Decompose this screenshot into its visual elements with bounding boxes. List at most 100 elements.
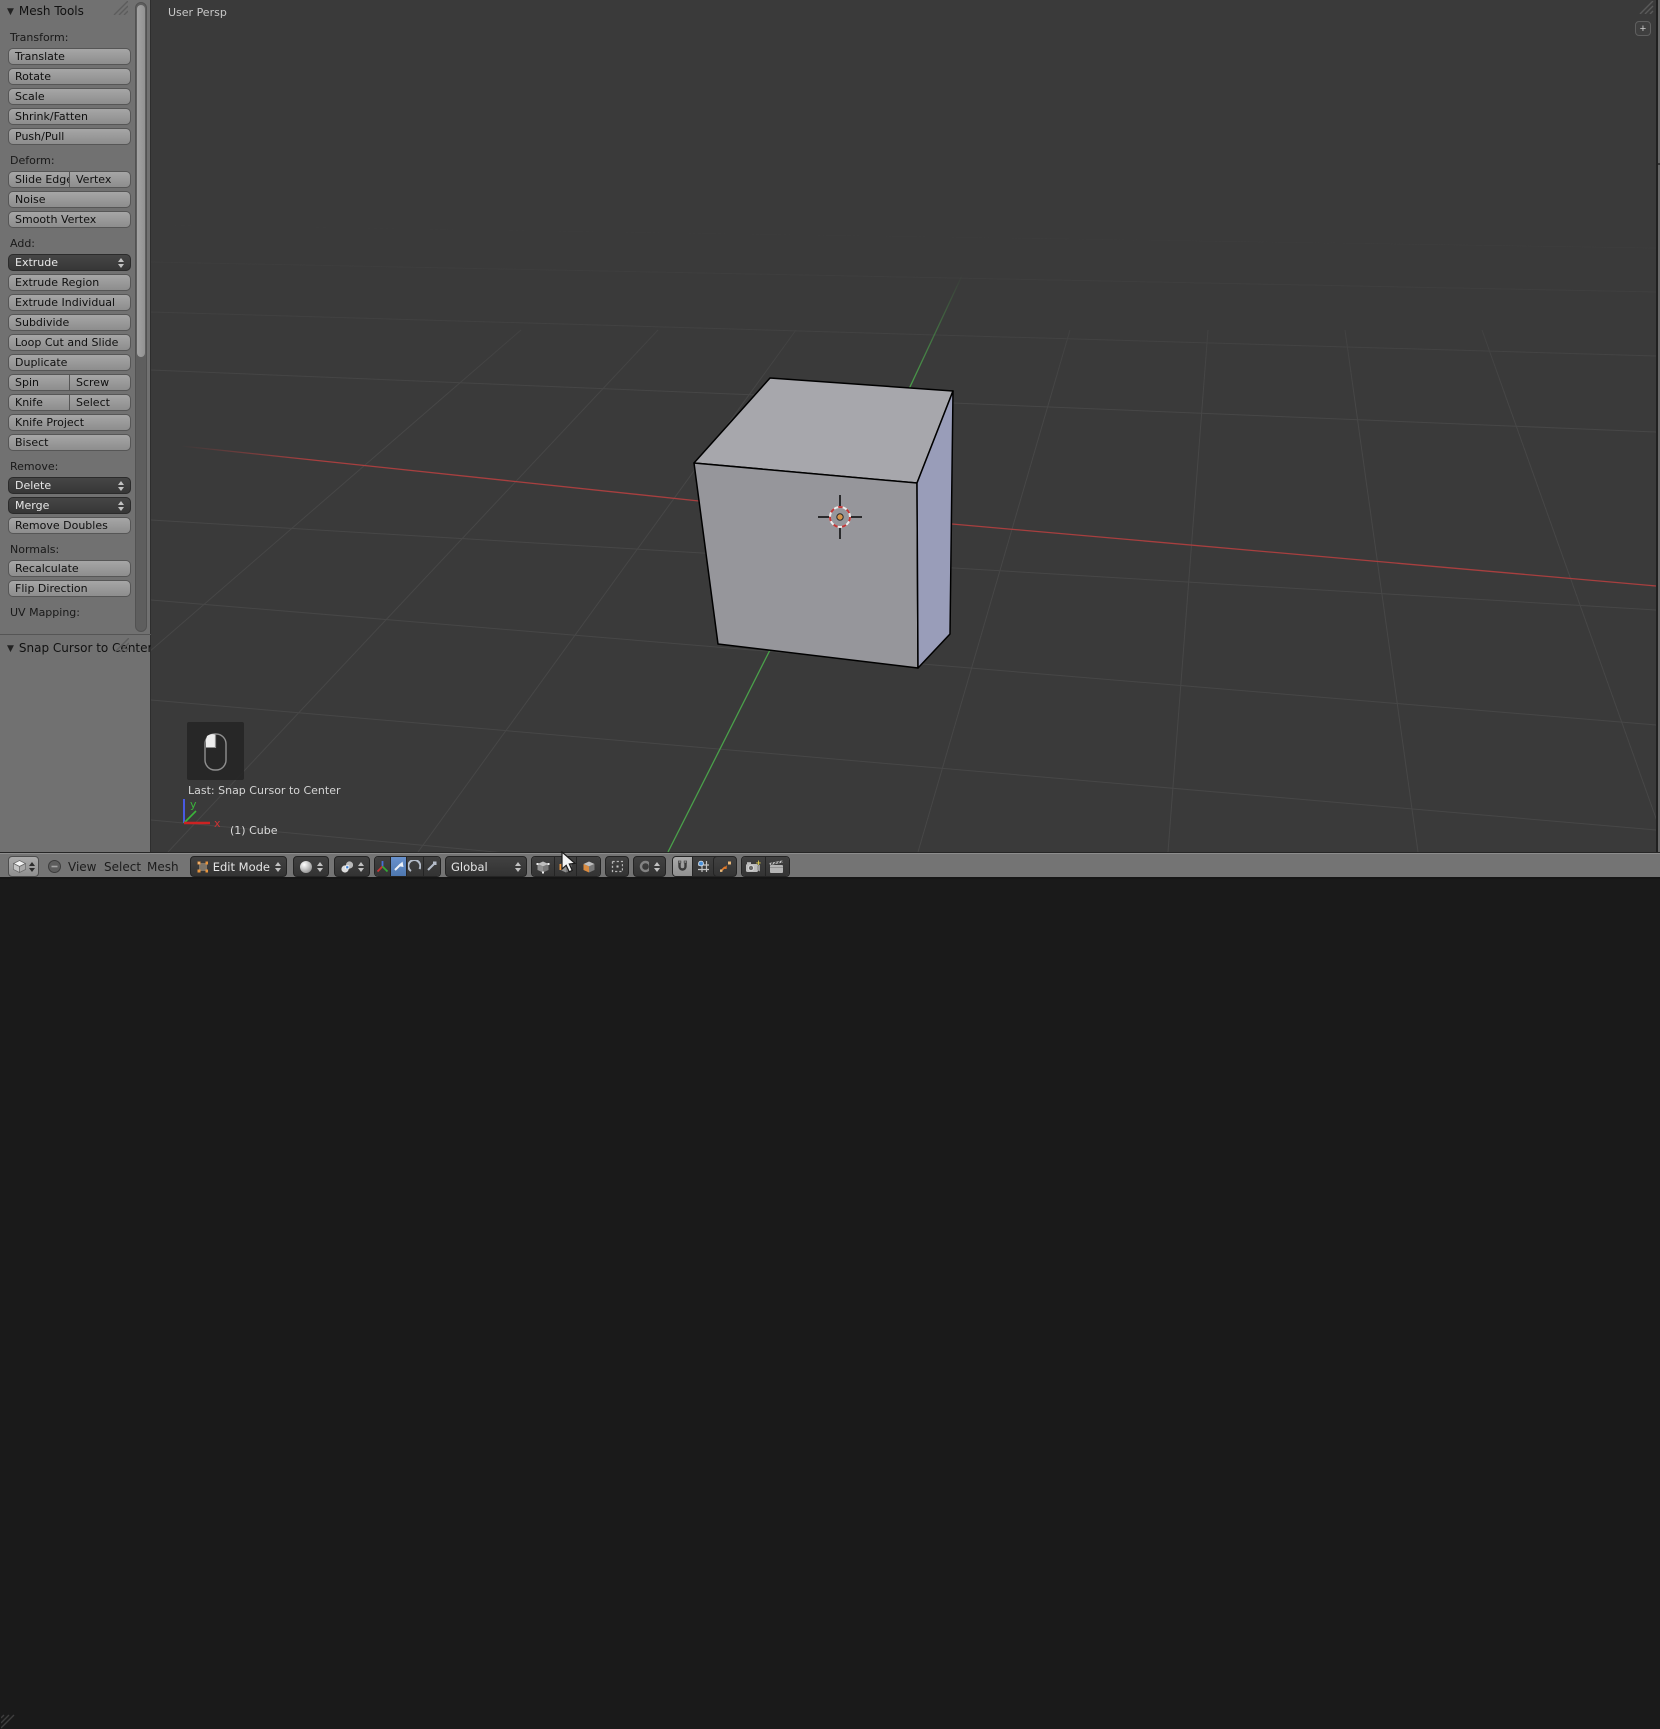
manipulator-toggle-button[interactable] [375,857,391,876]
tool-button[interactable]: Scale [8,88,131,105]
collapse-menus-button[interactable] [47,856,62,877]
tool-button[interactable]: Select [69,394,131,411]
shelf-section-label: Deform: [10,154,55,167]
snap-toggle-button[interactable] [673,857,694,876]
tool-button[interactable]: Shrink/Fatten [8,108,131,125]
translate-arrow-icon [394,861,404,871]
tool-button[interactable]: Knife [8,394,69,411]
shelf-button-row: Noise [8,191,131,208]
tool-button[interactable]: Remove Doubles [8,517,131,534]
panel-drag-widget-icon[interactable] [108,1,128,15]
median-point-icon [341,860,353,873]
magnet-icon [678,860,688,871]
tool-button[interactable]: Screw [69,374,131,391]
y-axis-line-bottom [667,649,771,852]
panel-title: Snap Cursor to Center [18,641,153,655]
updown-arrows-icon [118,257,124,268]
updown-arrows-icon [358,861,364,872]
x-axis-line-left [180,445,700,502]
axis-manipulator-icon [376,861,388,873]
shelf-button-row: Extrude Region [8,274,131,291]
panel-collapse-icon[interactable]: ▼ [7,644,14,654]
tool-shelf: ▼ Mesh Tools Transform: Translate Rotate Sca… [0,0,153,852]
mouse-icon [204,733,227,771]
tool-button[interactable]: Duplicate [8,354,131,371]
snap-increment-icon [698,860,710,872]
tool-button[interactable]: Extrude Region [8,274,131,291]
tool-button[interactable]: Bisect [8,434,131,451]
tool-menu-button[interactable]: Delete [8,477,131,494]
manipulator-translate-button[interactable] [390,857,408,876]
object-info-label: (1) Cube [230,824,278,837]
menu-select[interactable]: Select [104,856,141,877]
tool-button[interactable]: Knife Project [8,414,131,431]
tool-button[interactable]: Slide Edge [8,171,69,188]
shelf-button-row: Loop Cut and Slide [8,334,131,351]
tool-button[interactable]: Flip Direction [8,580,131,597]
shelf-button-row: Knife Select [8,394,131,411]
manipulator-rotate-button[interactable] [407,857,424,876]
limit-selection-icon [611,860,623,873]
select-mode-face-button[interactable] [577,857,600,876]
opengl-render-button[interactable]: + [742,857,766,876]
tool-button[interactable]: Subdivide [8,314,131,331]
updown-arrows-icon [118,500,124,511]
cube-mesh[interactable] [693,377,954,669]
tool-button[interactable]: Extrude Individual [8,294,131,311]
manipulator-scale-button[interactable] [423,857,440,876]
tool-button-label: Rotate [15,70,52,83]
occlude-geometry-button[interactable] [605,856,629,877]
clapperboard-icon [769,860,784,873]
tool-button[interactable]: Smooth Vertex [8,211,131,228]
proportional-editing-dropdown[interactable] [633,856,666,877]
tool-button[interactable]: Recalculate [8,560,131,577]
shelf-button-row: Push/Pull [8,128,131,145]
shelf-button-row: Flip Direction [8,580,131,597]
tool-button[interactable]: Translate [8,48,131,65]
editor-type-dropdown[interactable] [8,856,39,877]
panel-title: Mesh Tools [18,4,84,18]
panel-drag-widget-icon[interactable] [109,638,129,652]
tool-button[interactable]: Noise [8,191,131,208]
region-corner-grip-icon[interactable] [1638,1,1654,14]
tool-button[interactable]: Push/Pull [8,128,131,145]
tool-menu-button[interactable]: Merge [8,497,131,514]
shelf-button-row: Subdivide [8,314,131,331]
opengl-render-anim-button[interactable] [765,857,789,876]
proportional-circle-icon [639,860,649,873]
expand-region-button[interactable]: + [1635,21,1651,36]
tool-menu-button[interactable]: Extrude [8,254,131,271]
window-corner-grip-icon[interactable] [1,1714,16,1729]
panel-collapse-icon[interactable]: ▼ [7,7,14,17]
shelf-scrollbar[interactable] [135,2,147,632]
tool-button-label: Remove Doubles [15,519,108,532]
tool-button-label: Smooth Vertex [15,213,97,226]
tool-button[interactable]: Spin [8,374,69,391]
updown-arrows-icon [118,480,124,491]
tool-button[interactable]: Vertex [69,171,131,188]
shelf-scrollbar-thumb[interactable] [137,5,145,357]
snap-target-button[interactable] [713,856,737,877]
mesh-tools-panel-header[interactable]: ▼ Mesh Tools [0,0,150,22]
shelf-sections: Transform: Translate Rotate Scale Shrink/Fat… [0,32,150,619]
viewport-shading-dropdown[interactable] [293,856,329,877]
mode-label: Edit Mode [212,859,270,874]
shelf-section-label: Remove: [10,460,59,473]
properties-region-sliver[interactable] [1656,0,1660,852]
pivot-point-dropdown[interactable] [334,856,370,877]
viewport-3d[interactable]: User Persp Last: Snap Cursor to Center y… [151,0,1656,852]
shelf-button-row: Knife Project [8,414,131,431]
shelf-section-label: Transform: [10,31,69,44]
menu-view[interactable]: View [68,856,96,877]
tool-button[interactable]: Rotate [8,68,131,85]
updown-arrows-icon [29,861,35,872]
updown-arrows-icon [654,861,660,872]
select-mode-vertex-button[interactable] [532,857,555,876]
orientation-dropdown[interactable]: Global [445,856,527,877]
tool-button[interactable]: Loop Cut and Slide [8,334,131,351]
x-axis-line-right [951,523,1656,587]
mode-dropdown[interactable]: Edit Mode [190,856,287,877]
snap-cursor-panel-header[interactable]: ▼ Snap Cursor to Center [0,637,153,659]
shelf-button-row: Extrude [8,254,131,271]
menu-mesh[interactable]: Mesh [147,856,179,877]
